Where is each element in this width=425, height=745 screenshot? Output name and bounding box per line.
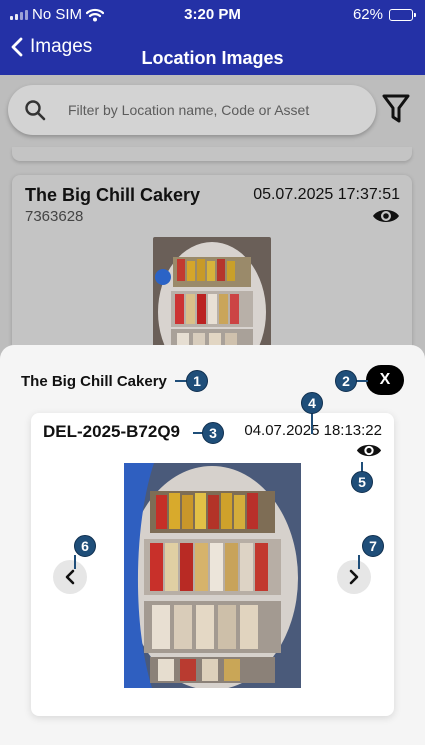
close-button[interactable]: X	[366, 365, 404, 395]
previous-image-button[interactable]	[53, 560, 87, 594]
callout-badge: 2	[335, 370, 357, 392]
image-datetime: 05.07.2025 17:37:51	[253, 186, 400, 203]
location-code: 7363628	[25, 208, 84, 225]
image-detail-card: DEL-2025-B72Q9 04.07.2025 18:13:22	[31, 413, 394, 716]
battery-group: 62%	[352, 6, 416, 23]
callout-badge: 7	[362, 535, 384, 557]
callout-badge: 3	[202, 422, 224, 444]
list-item	[12, 147, 412, 161]
callout-badge: 6	[74, 535, 96, 557]
callout-connector	[74, 555, 76, 569]
app-header: No SIM 3:20 PM 62% Images Location Image…	[0, 0, 425, 75]
eye-icon[interactable]	[372, 207, 400, 225]
next-image-button[interactable]	[337, 560, 371, 594]
chevron-right-icon	[349, 569, 359, 585]
wifi-icon	[86, 8, 105, 21]
image-datetime: 04.07.2025 18:13:22	[244, 422, 382, 439]
image-preview[interactable]	[124, 463, 301, 688]
back-button[interactable]: Images	[10, 36, 92, 58]
callout-badge: 4	[301, 392, 323, 414]
back-label: Images	[30, 36, 93, 57]
search-bar[interactable]	[8, 85, 376, 135]
callout-connector	[356, 380, 368, 382]
signal-icon	[10, 9, 28, 20]
battery-icon	[389, 8, 416, 21]
callout-badge: 1	[186, 370, 208, 392]
chevron-left-icon	[65, 569, 75, 585]
location-name: The Big Chill Cakery	[25, 185, 201, 205]
filter-icon[interactable]	[381, 93, 411, 125]
sheet-title: The Big Chill Cakery	[21, 373, 167, 390]
fridge-photo-image	[124, 463, 301, 688]
search-icon	[25, 100, 46, 121]
search-input[interactable]	[68, 97, 358, 123]
status-bar: No SIM 3:20 PM 62%	[0, 5, 425, 25]
callout-connector	[358, 555, 360, 569]
carrier-group: No SIM	[10, 6, 105, 23]
callout-connector	[311, 412, 313, 434]
carrier-label: No SIM	[32, 6, 83, 23]
image-code: DEL-2025-B72Q9	[43, 422, 181, 441]
callout-badge: 5	[351, 471, 373, 493]
eye-icon[interactable]	[356, 442, 382, 459]
chevron-left-icon	[11, 37, 23, 57]
battery-percent: 62%	[352, 6, 383, 23]
